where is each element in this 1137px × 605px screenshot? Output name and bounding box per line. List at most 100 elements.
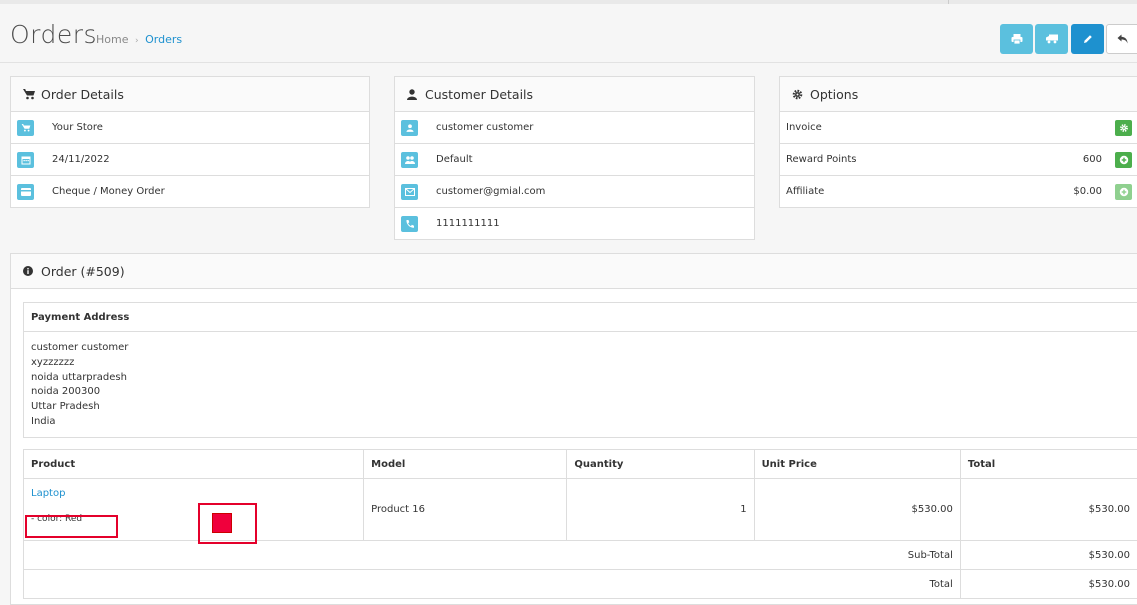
customer-group-row: Default xyxy=(395,144,754,176)
options-panel: Options Invoice Reward Points 600 Affili… xyxy=(779,76,1137,208)
calendar-icon xyxy=(21,156,30,165)
column-header: Unit Price xyxy=(754,450,960,479)
address-line: noida uttarpradesh xyxy=(31,371,1132,386)
customer-phone: 1111111111 xyxy=(436,218,500,229)
payment-method-row: Cheque / Money Order xyxy=(11,176,369,207)
envelope-icon xyxy=(405,188,415,196)
gear-icon xyxy=(792,89,803,100)
reply-icon xyxy=(1118,35,1129,44)
affiliate-label: Affiliate xyxy=(786,186,824,197)
customer-details-header: Customer Details xyxy=(395,77,754,112)
shopping-cart-icon xyxy=(21,124,30,132)
breadcrumb-separator: › xyxy=(135,36,139,46)
credit-card-icon xyxy=(21,188,31,196)
column-header: Quantity xyxy=(567,450,754,479)
payment-badge xyxy=(17,184,34,200)
page-header: Orders Home › Orders xyxy=(0,4,1137,63)
store-link[interactable]: Your Store xyxy=(52,122,103,133)
column-header: Product xyxy=(24,450,364,479)
invoice-label: Invoice xyxy=(786,122,822,133)
add-commission-button[interactable] xyxy=(1115,184,1132,200)
address-line: xyzzzzzz xyxy=(31,356,1132,371)
payment-address-table: Payment Address customer customer xyzzzz… xyxy=(23,302,1137,438)
invoice-row: Invoice xyxy=(780,112,1137,144)
subtotal-value: $530.00 xyxy=(960,541,1137,570)
order-date: 24/11/2022 xyxy=(52,154,110,165)
products-table: Product Model Quantity Unit Price Total … xyxy=(23,449,1137,599)
truck-icon xyxy=(1046,35,1058,44)
group-badge xyxy=(401,152,418,168)
date-row: 24/11/2022 xyxy=(11,144,369,176)
payment-address-heading: Payment Address xyxy=(24,303,1137,332)
product-link[interactable]: Laptop xyxy=(31,488,356,499)
customer-badge xyxy=(401,120,418,136)
affiliate-value: $0.00 xyxy=(1073,186,1102,197)
customer-email-link[interactable]: customer@gmial.com xyxy=(436,186,545,197)
subtotal-label: Sub-Total xyxy=(24,541,961,570)
breadcrumb-orders[interactable]: Orders xyxy=(145,33,182,46)
user-icon xyxy=(407,89,417,100)
payment-method: Cheque / Money Order xyxy=(52,186,165,197)
store-badge xyxy=(17,120,34,136)
add-reward-button[interactable] xyxy=(1115,152,1132,168)
options-title: Options xyxy=(810,87,858,102)
breadcrumb: Home › Orders xyxy=(96,33,182,46)
order-header: Order (#509) xyxy=(11,254,1137,289)
affiliate-row: Affiliate $0.00 xyxy=(780,176,1137,207)
breadcrumb-home[interactable]: Home xyxy=(96,33,128,46)
customer-name-row: customer customer xyxy=(395,112,754,144)
total-row: Total $530.00 xyxy=(24,570,1137,599)
column-header: Model xyxy=(364,450,567,479)
user-icon xyxy=(406,124,413,132)
date-badge xyxy=(17,152,34,168)
unit-price-cell: $530.00 xyxy=(754,479,960,541)
customer-group: Default xyxy=(436,154,473,165)
subtotal-row: Sub-Total $530.00 xyxy=(24,541,1137,570)
address-line: Uttar Pradesh xyxy=(31,400,1132,415)
plus-circle-icon xyxy=(1119,188,1128,197)
cog-icon xyxy=(1119,124,1128,133)
total-cell: $530.00 xyxy=(960,479,1137,541)
plus-circle-icon xyxy=(1119,156,1128,165)
print-icon xyxy=(1011,34,1022,44)
customer-phone-row: 1111111111 xyxy=(395,208,754,239)
table-header-row: Product Model Quantity Unit Price Total xyxy=(24,450,1137,479)
reward-points-value: 600 xyxy=(1083,154,1102,165)
address-line: India xyxy=(31,415,1132,430)
generate-invoice-button[interactable] xyxy=(1115,120,1132,136)
payment-address-body: customer customer xyzzzzzz noida uttarpr… xyxy=(24,332,1137,437)
customer-email-row: customer@gmial.com xyxy=(395,176,754,208)
print-invoice-button[interactable] xyxy=(1000,24,1033,54)
email-badge xyxy=(401,184,418,200)
order-details-panel: Order Details Your Store 24/11/2022 Cheq… xyxy=(10,76,370,208)
quantity-cell: 1 xyxy=(567,479,754,541)
color-swatch xyxy=(212,513,232,533)
table-row: Laptop - color: Red Product 16 1 $530.00… xyxy=(24,479,1137,541)
reward-points-row: Reward Points 600 xyxy=(780,144,1137,176)
order-details-header: Order Details xyxy=(11,77,369,112)
total-value: $530.00 xyxy=(960,570,1137,599)
address-line: noida 200300 xyxy=(31,385,1132,400)
order-panel: Order (#509) Payment Address customer cu… xyxy=(10,253,1137,605)
order-title: Order (#509) xyxy=(41,264,125,279)
reward-points-label: Reward Points xyxy=(786,154,856,165)
users-icon xyxy=(405,156,415,164)
options-header: Options xyxy=(780,77,1137,112)
page-title: Orders xyxy=(10,20,97,49)
highlight-box-option xyxy=(25,515,118,538)
phone-badge xyxy=(401,216,418,232)
pencil-icon xyxy=(1083,34,1093,44)
print-shipping-button[interactable] xyxy=(1035,24,1068,54)
edit-order-button[interactable] xyxy=(1071,24,1104,54)
customer-name-link[interactable]: customer customer xyxy=(436,122,533,133)
customer-details-title: Customer Details xyxy=(425,87,533,102)
order-details-title: Order Details xyxy=(41,87,124,102)
total-label: Total xyxy=(24,570,961,599)
store-row: Your Store xyxy=(11,112,369,144)
model-cell: Product 16 xyxy=(364,479,567,541)
address-line: customer customer xyxy=(31,341,1132,356)
phone-icon xyxy=(405,220,414,229)
info-circle-icon xyxy=(23,266,33,276)
column-header: Total xyxy=(960,450,1137,479)
back-button[interactable] xyxy=(1106,24,1137,54)
